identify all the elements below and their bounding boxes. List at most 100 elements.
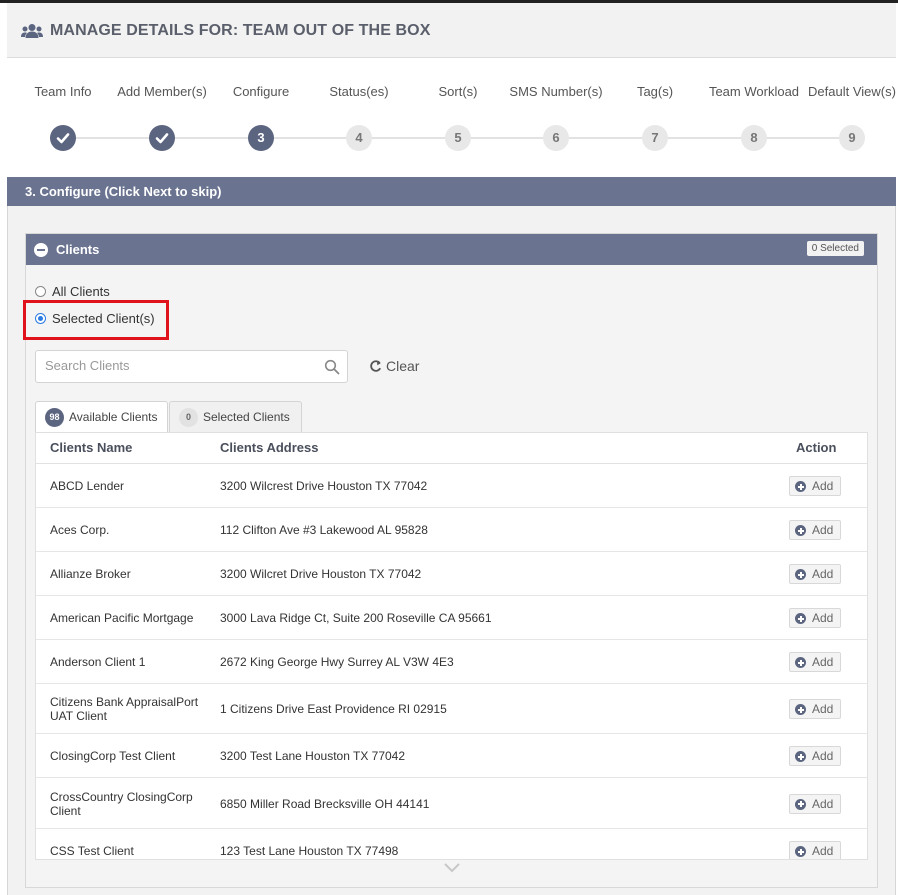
search-box[interactable]	[35, 350, 348, 383]
add-client-button[interactable]: Add	[789, 699, 841, 719]
add-client-button[interactable]: Add	[789, 841, 841, 859]
wizard-step-label: Status(es)	[329, 84, 389, 99]
client-name: Anderson Client 1	[50, 655, 146, 669]
plus-circle-icon	[795, 798, 806, 810]
plus-circle-icon	[795, 846, 806, 857]
highlight-annotation	[23, 300, 169, 340]
plus-circle-icon	[795, 751, 806, 762]
client-address: 6850 Miller Road Brecksville OH 44141	[220, 796, 430, 811]
add-client-button[interactable]: Add	[789, 564, 841, 584]
client-name: American Pacific Mortgage	[50, 611, 194, 625]
add-client-button[interactable]: Add	[789, 608, 841, 628]
client-address: 112 Clifton Ave #3 Lakewood AL 95828	[220, 523, 428, 537]
selected-count-badge: 0 Selected	[806, 241, 864, 256]
add-label: Add	[812, 523, 834, 537]
client-address: 3200 Wilcret Drive Houston TX 77042	[220, 567, 422, 581]
chevron-down-icon[interactable]	[443, 862, 461, 874]
table-row: ABCD Lender 3200 Wilcrest Drive Houston T…	[36, 464, 867, 508]
column-header-name[interactable]: Clients Name	[50, 440, 132, 455]
search-input[interactable]	[45, 358, 315, 373]
add-client-button[interactable]: Add	[789, 476, 841, 496]
add-client-button[interactable]: Add	[789, 652, 841, 672]
wizard-step-label: Tag(s)	[636, 84, 674, 99]
plus-circle-icon	[795, 704, 806, 715]
collapse-icon[interactable]	[34, 243, 48, 257]
wizard-step-number[interactable]: 9	[839, 125, 865, 151]
add-client-button[interactable]: Add	[789, 520, 841, 540]
available-count-badge: 98	[45, 408, 64, 427]
plus-circle-icon	[795, 569, 806, 580]
add-label: Add	[812, 611, 834, 625]
wizard-step-label: Team Info	[34, 84, 92, 99]
clients-panel-header[interactable]: Clients 0 Selected	[26, 234, 877, 265]
wizard-step-number[interactable]: 5	[445, 125, 471, 151]
add-label: Add	[812, 479, 834, 493]
table-header: Clients Name Clients Address Action	[36, 433, 867, 464]
client-address: 3000 Lava Ridge Ct, Suite 200 Roseville …	[220, 611, 492, 625]
section-header: 3. Configure (Click Next to skip)	[7, 177, 896, 206]
wizard-step-label: Add Member(s)	[117, 84, 207, 99]
wizard-step-number[interactable]: 3	[248, 125, 274, 151]
wizard-step-number[interactable]: 7	[642, 125, 668, 151]
search-icon[interactable]	[324, 359, 340, 375]
table-row: CrossCountry ClosingCorp Client 6850 Mill…	[36, 778, 867, 829]
column-header-action: Action	[796, 440, 837, 455]
tab-available-label: Available Clients	[69, 410, 158, 424]
add-label: Add	[812, 749, 834, 763]
wizard-step-label: Default View(s)	[808, 84, 896, 99]
client-name: ClosingCorp Test Client	[50, 749, 176, 763]
client-address: 3200 Test Lane Houston TX 77042	[220, 749, 406, 763]
client-name: CrossCountry ClosingCorp Client	[50, 789, 193, 818]
add-label: Add	[812, 702, 834, 716]
table-row: Aces Corp. 112 Clifton Ave #3 Lakewood AL…	[36, 508, 867, 552]
add-client-button[interactable]: Add	[789, 793, 841, 814]
section-title: 3. Configure (Click Next to skip)	[25, 184, 222, 199]
plus-circle-icon	[795, 613, 806, 624]
client-name: Citizens Bank AppraisalPort UAT Client	[50, 695, 199, 723]
column-header-address[interactable]: Clients Address	[220, 440, 319, 455]
clients-table: Clients Name Clients Address Action ABCD…	[35, 432, 868, 860]
clear-label: Clear	[386, 358, 420, 374]
page-header: MANAGE DETAILS FOR: TEAM OUT OF THE BOX	[7, 3, 896, 58]
add-client-button[interactable]: Add	[789, 746, 841, 766]
table-row: ClosingCorp Test Client 3200 Test Lane Ho…	[36, 734, 867, 778]
table-row: American Pacific Mortgage 3000 Lava Ridge…	[36, 596, 867, 640]
client-address: 3200 Wilcrest Drive Houston TX 77042	[220, 479, 428, 493]
add-label: Add	[812, 796, 834, 811]
client-name: ABCD Lender	[50, 479, 125, 493]
wizard-step-number[interactable]: 4	[346, 125, 372, 151]
table-row: Anderson Client 1 2672 King George Hwy Su…	[36, 640, 867, 684]
table-row: CSS Test Client 123 Test Lane Houston TX …	[36, 829, 867, 859]
check-icon[interactable]	[149, 125, 175, 151]
clients-panel-title: Clients	[56, 242, 100, 257]
clear-button[interactable]: Clear	[369, 358, 419, 374]
radio-all-clients[interactable]: All Clients	[35, 284, 110, 299]
tab-available-clients[interactable]: 98 Available Clients	[35, 401, 168, 434]
add-label: Add	[812, 844, 834, 858]
check-icon[interactable]	[50, 125, 76, 151]
radio-all-clients-indicator[interactable]	[35, 286, 46, 297]
client-name: Allianze Broker	[50, 567, 131, 581]
client-address: 123 Test Lane Houston TX 77498	[220, 844, 399, 858]
plus-circle-icon	[795, 657, 806, 668]
plus-circle-icon	[795, 525, 806, 536]
wizard-step-label: Sort(s)	[438, 84, 478, 99]
client-address: 1 Citizens Drive East Providence RI 0291…	[220, 702, 447, 716]
tab-selected-clients[interactable]: 0 Selected Clients	[169, 401, 302, 433]
add-label: Add	[812, 655, 834, 669]
client-name: CSS Test Client	[50, 844, 134, 858]
wizard-step-number[interactable]: 8	[741, 125, 767, 151]
plus-circle-icon	[795, 481, 806, 492]
client-name: Aces Corp.	[50, 523, 110, 537]
wizard-step-number[interactable]: 6	[543, 125, 569, 151]
wizard-step-label: Configure	[232, 84, 290, 99]
page-title: MANAGE DETAILS FOR: TEAM OUT OF THE BOX	[50, 22, 431, 39]
wizard-steps: Team Info Add Member(s) Configure 3 Status(e…	[7, 58, 896, 177]
client-address: 2672 King George Hwy Surrey AL V3W 4E3	[220, 655, 454, 669]
table-row: Citizens Bank AppraisalPort UAT Client 1 …	[36, 684, 867, 734]
wizard-step-label: Team Workload	[708, 84, 800, 99]
tab-selected-label: Selected Clients	[203, 410, 290, 424]
users-icon	[21, 24, 43, 38]
radio-all-clients-label: All Clients	[52, 284, 110, 299]
refresh-icon	[370, 360, 382, 372]
